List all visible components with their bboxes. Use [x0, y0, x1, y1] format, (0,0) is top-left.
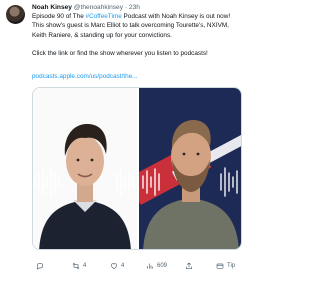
header-separator: ·: [124, 4, 128, 11]
podcast-link[interactable]: podcasts.apple.com/us/podcast/the...: [32, 72, 138, 81]
retweet-button[interactable]: 4: [72, 262, 86, 270]
views-button[interactable]: 609: [146, 262, 167, 270]
audio-waveform: [34, 167, 134, 197]
share-button[interactable]: [185, 262, 193, 270]
retweet-count: 4: [83, 263, 87, 269]
guest-photo: [33, 88, 137, 249]
tip-label: Tip: [227, 263, 236, 269]
heart-icon: [110, 263, 118, 270]
avatar[interactable]: [6, 5, 25, 24]
tweet[interactable]: Noah Kinsey @thenoahkinsey · 23h Episode…: [0, 0, 244, 300]
reply-icon: [37, 262, 44, 270]
tweet-time[interactable]: 23h: [129, 4, 140, 11]
author-name[interactable]: Noah Kinsey: [32, 4, 72, 11]
tweet-text-paragraph2: Click the link or find the show wherever…: [32, 50, 208, 58]
tip-button[interactable]: Tip: [216, 262, 235, 270]
retweet-icon: [72, 262, 80, 270]
tweet-text-part1: Episode 90 of The: [32, 13, 86, 20]
reply-button[interactable]: [36, 262, 47, 270]
tweet-actions: 4 4 609 Tip: [32, 262, 242, 272]
views-count: 609: [157, 263, 168, 269]
audio-waveform-right: [142, 167, 238, 197]
tweet-text: Episode 90 of The #CoffeeTime Podcast wi…: [32, 12, 239, 58]
views-icon: [147, 263, 153, 269]
author-handle[interactable]: @thenoahkinsey: [74, 4, 123, 11]
host-photo: [139, 88, 241, 249]
hashtag-link[interactable]: #CoffeeTime: [86, 13, 122, 20]
tip-icon: [216, 263, 224, 269]
like-count: 4: [121, 263, 125, 269]
tweet-media[interactable]: [32, 87, 242, 250]
like-button[interactable]: 4: [110, 262, 124, 270]
tweet-header: Noah Kinsey @thenoahkinsey · 23h: [32, 3, 140, 12]
share-icon: [186, 262, 192, 269]
